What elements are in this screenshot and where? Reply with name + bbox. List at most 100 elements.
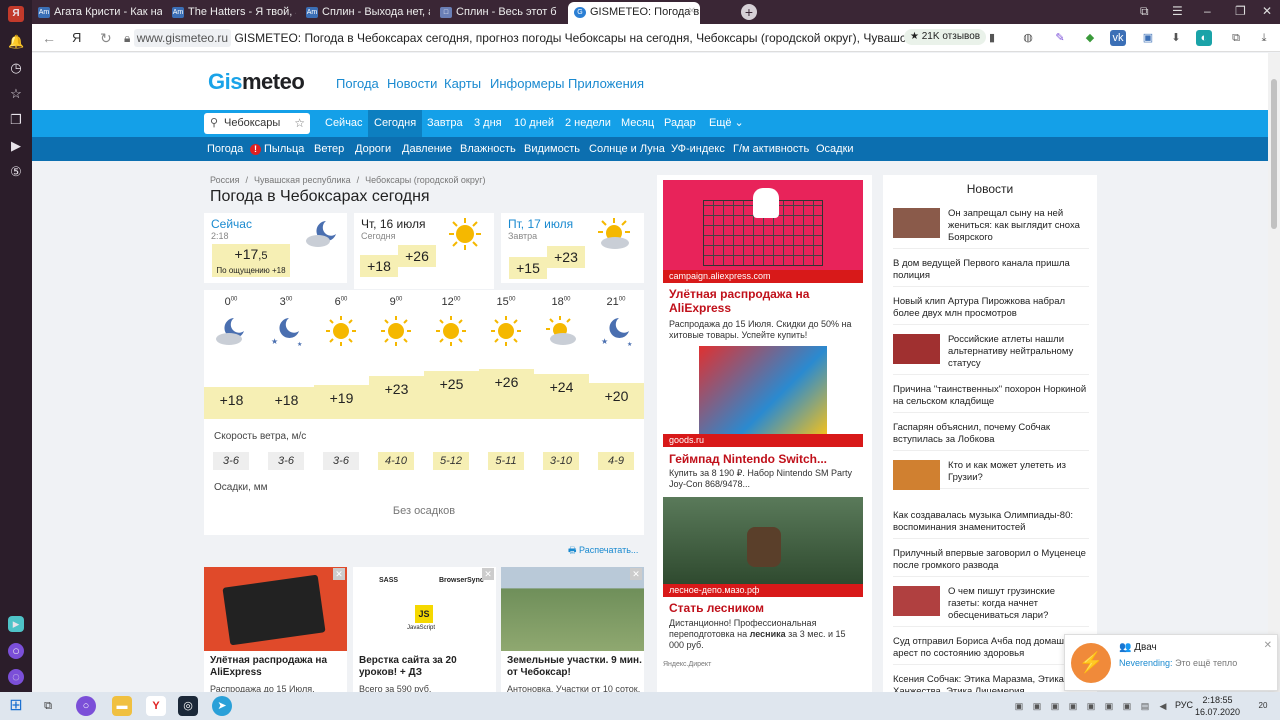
ad-card[interactable]: ✕ Земельные участки. 9 мин. от Чебоксар!… bbox=[501, 567, 644, 692]
ad-close-icon[interactable]: ✕ bbox=[630, 568, 642, 580]
scrollbar-thumb[interactable] bbox=[1271, 79, 1277, 229]
ad-card[interactable]: SASS BrowserSync JS JavaScript ✕ Верстка… bbox=[353, 567, 496, 692]
param-geomagnetic[interactable]: Г/м активность bbox=[733, 137, 809, 161]
print-link[interactable]: 🖶 Распечатать... bbox=[568, 543, 638, 559]
alice-taskbar-icon[interactable]: ○ bbox=[76, 696, 96, 716]
tab-radar[interactable]: Радар bbox=[658, 110, 702, 137]
tray-icon[interactable]: ▣ bbox=[1066, 696, 1080, 716]
news-item[interactable]: О чем пишут грузинские газеты: когда нач… bbox=[893, 586, 1089, 627]
browser-tab[interactable]: AmСплин - Выхода нет, акко bbox=[300, 2, 430, 24]
crumb-region[interactable]: Чувашская республика bbox=[254, 175, 351, 185]
alice-icon[interactable]: ○ bbox=[8, 643, 24, 659]
copy-icon[interactable]: ⧉ bbox=[1228, 30, 1244, 46]
restore-icon[interactable]: ❐ bbox=[1235, 4, 1246, 18]
crumb-russia[interactable]: Россия bbox=[210, 175, 240, 185]
windows-start-icon[interactable]: ⊞ bbox=[6, 696, 26, 716]
tab-now[interactable]: Сейчас bbox=[319, 110, 369, 137]
gismeteo-logo[interactable]: Gismeteo bbox=[208, 69, 305, 95]
bell-icon[interactable]: 🔔 bbox=[8, 34, 24, 50]
nav-weather[interactable]: Погода bbox=[336, 76, 379, 91]
media-icon[interactable]: ▶ bbox=[8, 138, 24, 154]
tab-3-days[interactable]: 3 дня bbox=[468, 110, 508, 137]
tray-icon[interactable]: ▣ bbox=[1030, 696, 1044, 716]
param-sun-moon[interactable]: Солнце и Луна bbox=[589, 137, 665, 161]
reviews-badge[interactable]: ★ 21K отзывов bbox=[904, 29, 987, 45]
screen-icon[interactable]: ▣ bbox=[1140, 30, 1156, 46]
tabs-icon[interactable]: ⑤ bbox=[8, 164, 24, 180]
tray-icon[interactable]: ▣ bbox=[1012, 696, 1026, 716]
steam-icon[interactable]: ◎ bbox=[178, 696, 198, 716]
param-wind[interactable]: Ветер bbox=[314, 137, 344, 161]
tray-icon[interactable]: ▣ bbox=[1102, 696, 1116, 716]
yandex-direct-label[interactable]: Яндекс.Директ bbox=[663, 661, 711, 668]
ad-close-icon[interactable]: ✕ bbox=[333, 568, 345, 580]
vk-icon[interactable]: vk bbox=[1110, 30, 1126, 46]
news-item[interactable]: В дом ведущей Первого канала пришла поли… bbox=[893, 258, 1089, 287]
yandex-logo-icon[interactable]: Я bbox=[8, 6, 24, 22]
news-item[interactable]: Суд отправил Бориса Ачба под домашний ар… bbox=[893, 636, 1089, 665]
news-item[interactable]: Как создавалась музыка Олимпиады-80: вос… bbox=[893, 510, 1089, 539]
browser-tab[interactable]: AmThe Hatters - Я твой, акко bbox=[166, 2, 296, 24]
news-item[interactable]: Он запрещал сыну на ней жениться: как вы… bbox=[893, 208, 1089, 249]
volume-icon[interactable]: ◀ bbox=[1156, 696, 1170, 716]
page-scrollbar[interactable] bbox=[1268, 53, 1280, 692]
network-icon[interactable]: ▤ bbox=[1138, 696, 1152, 716]
bookmarks-icon[interactable]: ☆ bbox=[8, 86, 24, 102]
window-tabs-icon[interactable]: ⧉ bbox=[1140, 4, 1149, 19]
tab-month[interactable]: Месяц bbox=[615, 110, 660, 137]
file-explorer-icon[interactable]: ▬ bbox=[112, 696, 132, 716]
tab-tomorrow[interactable]: Завтра bbox=[421, 110, 469, 137]
collections-icon[interactable]: ❐ bbox=[8, 112, 24, 128]
today-card[interactable]: Чт, 16 июля Сегодня +18 +26 bbox=[354, 213, 494, 289]
close-notification-icon[interactable]: ✕ bbox=[1264, 640, 1272, 651]
tray-icon[interactable]: ▣ bbox=[1120, 696, 1134, 716]
reload-icon[interactable]: ↻ bbox=[100, 30, 112, 47]
notification-popup[interactable]: ⚡ 👥 Двач Neverending: Это ещё тепло ✕ bbox=[1064, 634, 1278, 691]
crumb-city[interactable]: Чебоксары (городской округ) bbox=[365, 175, 485, 185]
city-search-input[interactable]: ⚲ Чебоксары ☆ bbox=[204, 113, 310, 134]
downloads-icon[interactable]: ⤓ bbox=[1256, 30, 1272, 46]
app-extension-icon[interactable]: ◐ bbox=[1196, 30, 1212, 46]
menu-icon[interactable]: ☰ bbox=[1172, 4, 1183, 18]
param-visibility[interactable]: Видимость bbox=[524, 137, 580, 161]
tray-icon[interactable]: ▣ bbox=[1084, 696, 1098, 716]
app-icon[interactable]: ▸ bbox=[8, 616, 24, 632]
nav-informers[interactable]: Информеры bbox=[490, 76, 564, 91]
tray-icon[interactable]: ▣ bbox=[1048, 696, 1062, 716]
news-item[interactable]: Кто и как может улететь из Грузии? bbox=[893, 460, 1089, 490]
clock[interactable]: 2:18:55 16.07.2020 bbox=[1195, 694, 1240, 718]
minimize-icon[interactable]: – bbox=[1204, 4, 1211, 18]
new-tab-button[interactable]: + bbox=[741, 4, 757, 20]
param-humidity[interactable]: Влажность bbox=[460, 137, 516, 161]
news-item[interactable]: Причина "таинственных" похорон Норкиной … bbox=[893, 384, 1089, 413]
yandex-browser-icon[interactable]: Y bbox=[146, 696, 166, 716]
tab-today[interactable]: Сегодня bbox=[368, 110, 423, 137]
tab-10-days[interactable]: 10 дней bbox=[508, 110, 560, 137]
notifications-icon[interactable]: 20 bbox=[1252, 696, 1274, 716]
tab-2-weeks[interactable]: 2 недели bbox=[559, 110, 617, 137]
ad-close-icon[interactable]: ✕ bbox=[482, 568, 494, 580]
param-uv[interactable]: УФ-индекс bbox=[671, 137, 725, 161]
close-window-icon[interactable]: ✕ bbox=[1262, 4, 1272, 18]
browser-tab-active[interactable]: GGISMETEO: Погода в Че✕ bbox=[568, 2, 700, 24]
url-field[interactable]: 🔒︎ www.gismeteo.ru GISMETEO: Погода в Че… bbox=[124, 27, 924, 49]
news-item[interactable]: Ксения Собчак: Этика Маразма, Этика Ханж… bbox=[893, 674, 1089, 692]
now-card[interactable]: Сейчас 2:18 +17,5 По ощущению +18 bbox=[204, 213, 347, 283]
param-roads[interactable]: Дороги bbox=[355, 137, 391, 161]
ad-card[interactable]: ✕ Улётная распродажа на AliExpress Распр… bbox=[204, 567, 347, 692]
browser-tab[interactable]: □ Сплин - Весь этот б bbox=[434, 2, 564, 24]
param-pollen[interactable]: ! Пыльца bbox=[250, 137, 304, 161]
assistant-icon[interactable]: ◌ bbox=[8, 669, 24, 685]
extension-icon[interactable]: ◆ bbox=[1082, 30, 1098, 46]
pen-icon[interactable]: ✎ bbox=[1052, 30, 1068, 46]
news-item[interactable]: Гаспарян объяснил, почему Собчак вступил… bbox=[893, 422, 1089, 451]
param-precipitation[interactable]: Осадки bbox=[816, 137, 854, 161]
favorite-star-icon[interactable]: ☆ bbox=[294, 113, 305, 134]
news-item[interactable]: Российские атлеты нашли альтернативу ней… bbox=[893, 334, 1089, 375]
close-tab-icon[interactable]: ✕ bbox=[688, 2, 696, 22]
language-indicator[interactable]: РУС bbox=[1175, 700, 1193, 710]
param-weather[interactable]: Погода bbox=[207, 137, 243, 161]
bookmark-icon[interactable]: ▮ bbox=[984, 30, 1000, 46]
task-view-icon[interactable]: ⧉ bbox=[38, 696, 58, 716]
news-item[interactable]: Новый клип Артура Пирожкова набрал более… bbox=[893, 296, 1089, 325]
